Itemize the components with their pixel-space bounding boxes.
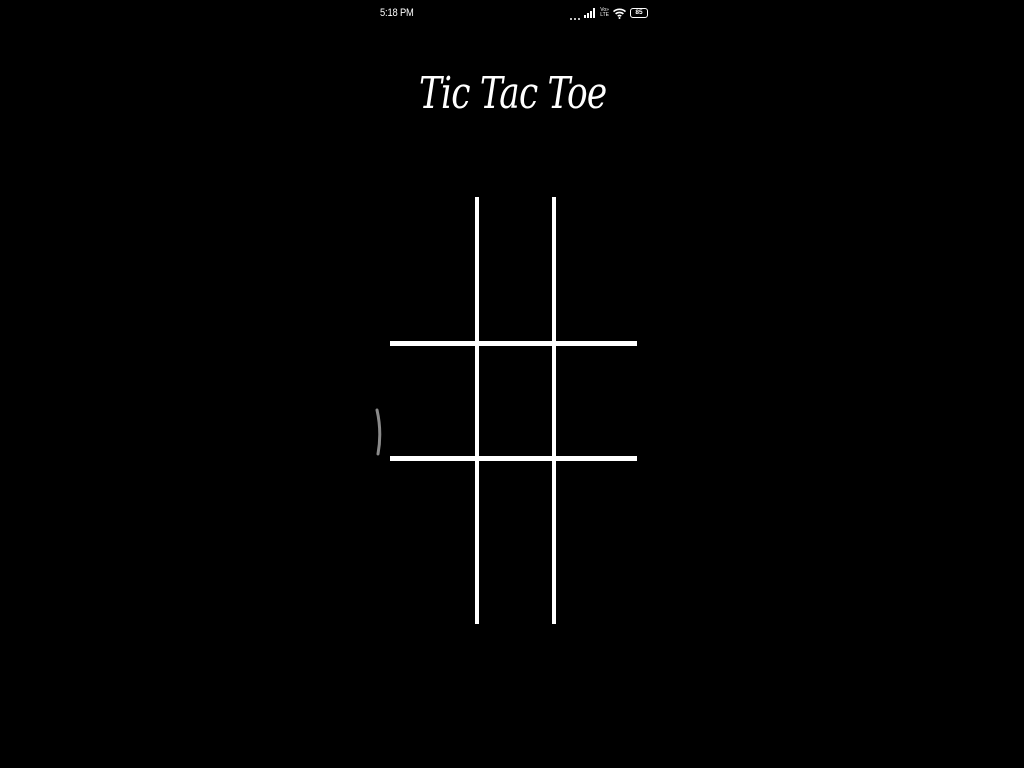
volte-bottom-label: LTE	[600, 12, 609, 18]
board-cell-r1c3[interactable]	[556, 197, 638, 341]
status-bar: 5:18 PM Vo» LTE 85	[372, 0, 652, 26]
dots-icon	[569, 6, 581, 20]
volte-icon: Vo» LTE	[600, 8, 609, 18]
board-horizontal-line-1	[390, 341, 637, 346]
overscroll-indicator	[375, 408, 382, 456]
board-vertical-line-1	[475, 197, 479, 624]
board-vertical-line-2	[552, 197, 556, 624]
signal-icon	[584, 8, 596, 18]
board-cell-r2c3[interactable]	[556, 346, 638, 456]
board-cell-r2c2[interactable]	[479, 346, 552, 456]
board-cell-r1c1[interactable]	[390, 197, 475, 341]
tic-tac-toe-board	[390, 197, 638, 624]
battery-level: 85	[635, 9, 643, 16]
game-title: Tic Tac Toe	[418, 68, 607, 119]
board-cell-r2c1[interactable]	[390, 346, 475, 456]
board-cell-r3c1[interactable]	[390, 461, 475, 624]
board-horizontal-line-2	[390, 456, 637, 461]
status-icons: Vo» LTE 85	[569, 5, 648, 21]
wifi-icon	[613, 8, 626, 19]
status-time: 5:18 PM	[380, 7, 414, 19]
board-cell-r3c3[interactable]	[556, 461, 638, 624]
board-cell-r1c2[interactable]	[479, 197, 552, 341]
board-cell-r3c2[interactable]	[479, 461, 552, 624]
battery-icon: 85	[630, 8, 648, 18]
game-screen: 5:18 PM Vo» LTE 85 Tic Tac Toe	[0, 0, 1024, 768]
